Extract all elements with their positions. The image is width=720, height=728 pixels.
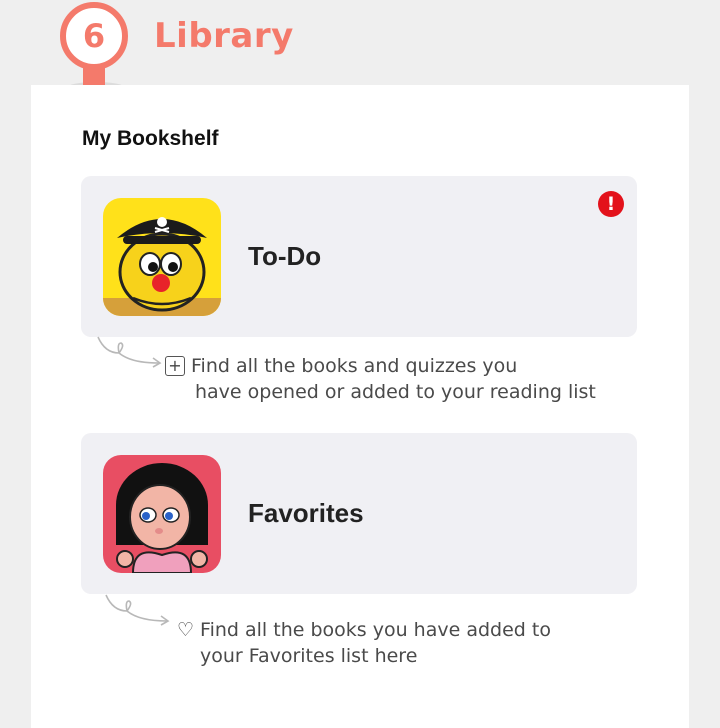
step-number: 6 — [60, 2, 128, 70]
step-marker: 6 — [60, 2, 132, 92]
curly-arrow-icon — [105, 594, 170, 626]
section-title: Library — [154, 16, 294, 56]
todo-label: To-Do — [248, 241, 322, 271]
bookshelf-heading: My Bookshelf — [82, 127, 219, 150]
favorites-hint: ♡ Find all the books you have added to yo… — [177, 617, 551, 669]
todo-hint-line-1: + Find all the books and quizzes you — [165, 353, 596, 379]
favorites-label: Favorites — [248, 498, 364, 528]
favorites-card[interactable]: Favorites — [81, 433, 637, 594]
alert-icon: ! — [598, 191, 624, 217]
add-icon: + — [165, 356, 185, 376]
todo-hint-line-2: have opened or added to your reading lis… — [195, 381, 596, 403]
favorites-hint-line-2: your Favorites list here — [200, 645, 418, 667]
todo-hint: + Find all the books and quizzes you have… — [165, 353, 596, 405]
pirate-character-thumbnail — [103, 198, 221, 316]
curly-arrow-icon — [97, 336, 162, 368]
favorites-hint-line-1: ♡ Find all the books you have added to — [177, 619, 551, 641]
library-panel: My Bookshelf To-Do ! + Find all the book… — [31, 85, 689, 728]
girl-with-heart-thumbnail — [103, 455, 221, 573]
todo-card[interactable]: To-Do ! — [81, 176, 637, 337]
heart-icon: ♡ — [177, 619, 195, 641]
